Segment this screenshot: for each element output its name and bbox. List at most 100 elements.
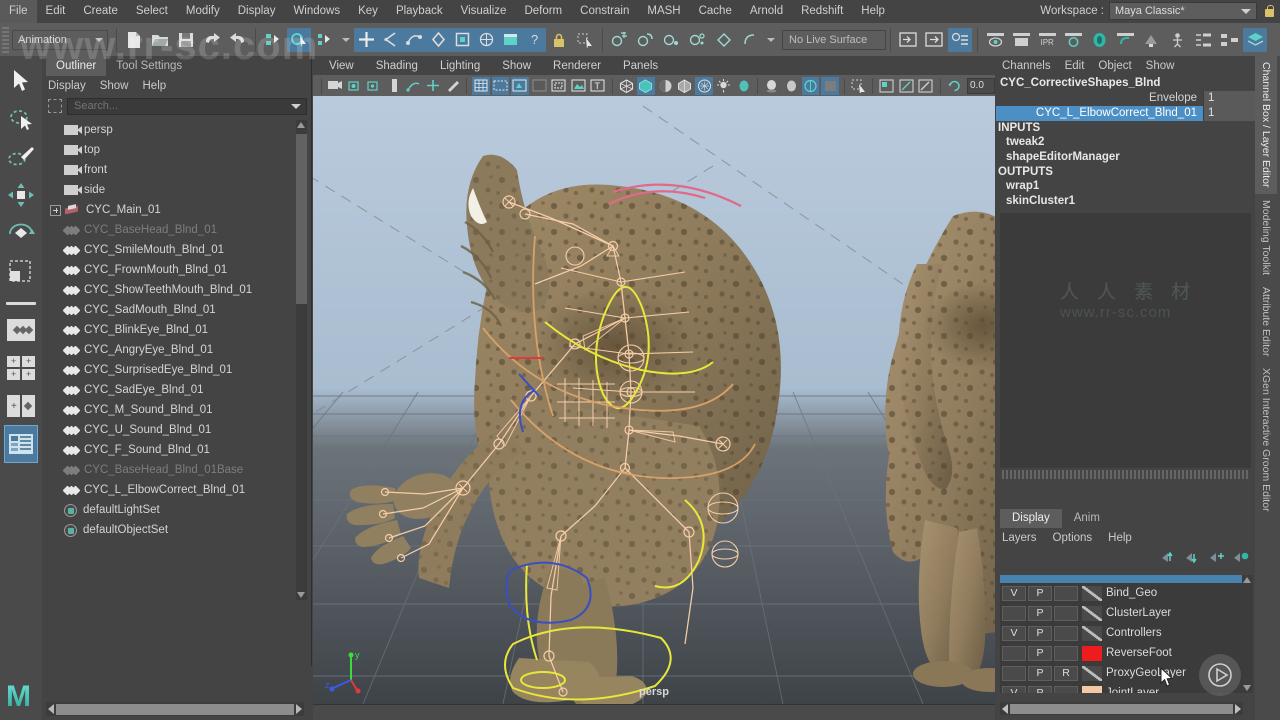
outliner-vertical-scrollbar[interactable] bbox=[296, 120, 307, 600]
channel-menu-edit[interactable]: Edit bbox=[1065, 60, 1085, 72]
scroll-left-arrow-icon[interactable] bbox=[48, 704, 54, 714]
layer-toggle-v[interactable]: V bbox=[1002, 625, 1026, 641]
layer-toggle-p[interactable]: P bbox=[1028, 685, 1052, 693]
layer-toggle-r[interactable] bbox=[1054, 645, 1078, 661]
snap-magnet-plane-icon[interactable] bbox=[712, 28, 736, 52]
move-layer-up-icon[interactable] bbox=[1162, 551, 1177, 564]
layer-row[interactable]: V P Bind_Geo bbox=[1000, 583, 1243, 603]
outliner-tree[interactable]: persp top front side CYC_Main_01 CYC_BaseHead… bbox=[48, 120, 298, 600]
snap-curve-icon[interactable] bbox=[378, 28, 402, 52]
viewport-menu-shading[interactable]: Shading bbox=[376, 60, 418, 72]
outliner-item-cyc_main_01[interactable]: CYC_Main_01 bbox=[48, 200, 298, 220]
twopoint-icon[interactable] bbox=[405, 77, 422, 95]
menuset-mode-select[interactable]: Animation bbox=[12, 29, 108, 50]
menu-deform[interactable]: Deform bbox=[515, 0, 571, 23]
toolbar-drag-handle[interactable] bbox=[2, 26, 9, 53]
xray-mode-icon[interactable] bbox=[695, 76, 713, 95]
viewport-menu-show[interactable]: Show bbox=[502, 60, 531, 72]
move-tool-icon[interactable] bbox=[4, 176, 38, 214]
scroll-down-arrow-icon[interactable] bbox=[297, 592, 305, 598]
wireframe-on-shaded-icon[interactable] bbox=[676, 77, 693, 95]
chevron-down-icon[interactable] bbox=[291, 103, 301, 109]
render-settings-window-icon[interactable] bbox=[1061, 28, 1085, 52]
channel-value-envelope[interactable]: 1 bbox=[1203, 91, 1255, 106]
outliner-item-defaultlightset[interactable]: defaultLightSet bbox=[48, 500, 298, 520]
camera-attributes-icon[interactable] bbox=[346, 77, 363, 95]
new-layer-icon[interactable] bbox=[1210, 551, 1225, 564]
outliner-item-cyc_smilemouth_blnd_01[interactable]: CYC_SmileMouth_Blnd_01 bbox=[48, 240, 298, 260]
grid-toggle-icon[interactable] bbox=[424, 77, 441, 95]
shade-and-texture-icon[interactable] bbox=[657, 77, 674, 95]
channel-menu-object[interactable]: Object bbox=[1098, 60, 1131, 72]
outliner-menu-display[interactable]: Display bbox=[48, 80, 86, 92]
scroll-right-arrow-icon[interactable] bbox=[1235, 703, 1241, 714]
layer-color-swatch[interactable] bbox=[1082, 585, 1102, 601]
scroll-down-arrow-icon[interactable] bbox=[1243, 685, 1251, 691]
camera-select-icon[interactable] bbox=[327, 77, 344, 95]
snap-magnet-point-icon[interactable] bbox=[660, 28, 684, 52]
lock-icon[interactable] bbox=[1262, 3, 1276, 19]
layer-toggle-p[interactable]: P bbox=[1028, 665, 1052, 681]
menu-select[interactable]: Select bbox=[127, 0, 177, 23]
layer-toggle-v[interactable]: V bbox=[1002, 685, 1026, 693]
workspace-select[interactable]: Maya Classic* bbox=[1109, 2, 1257, 20]
layer-list-horizontal-scrollbar[interactable] bbox=[1000, 702, 1243, 715]
layer-color-swatch[interactable] bbox=[1082, 625, 1102, 641]
layer-toggle-p[interactable]: P bbox=[1028, 625, 1052, 641]
chevron-down-icon[interactable] bbox=[767, 37, 775, 42]
wireframe-grid-icon[interactable] bbox=[472, 76, 490, 95]
filter-icon[interactable] bbox=[48, 99, 62, 113]
motion-blur-icon[interactable] bbox=[801, 76, 820, 95]
layer-color-swatch[interactable] bbox=[1082, 605, 1102, 621]
layer-stack-icon[interactable] bbox=[1243, 27, 1267, 52]
move-layer-down-icon[interactable] bbox=[1186, 551, 1201, 564]
lasso-select-tool-icon[interactable] bbox=[4, 100, 38, 138]
channel-input-tweak2[interactable]: tweak2 bbox=[996, 135, 1255, 150]
gate-mask-icon[interactable] bbox=[531, 77, 548, 95]
outliner-item-cyc_u_sound_blnd_01[interactable]: CYC_U_Sound_Blnd_01 bbox=[48, 420, 298, 440]
shadows-icon[interactable] bbox=[763, 77, 780, 95]
rotate-tool-icon[interactable] bbox=[4, 214, 38, 252]
select-object-icon[interactable] bbox=[287, 27, 311, 52]
channel-value-elbowcorrect[interactable]: 1 bbox=[1203, 106, 1255, 121]
viewport-menu-panels[interactable]: Panels bbox=[623, 60, 658, 72]
layer-menu-help[interactable]: Help bbox=[1108, 532, 1132, 544]
snap-to-mesh-icon[interactable] bbox=[474, 28, 498, 52]
single-perspective-layout-icon[interactable] bbox=[4, 311, 38, 349]
menu-mash[interactable]: MASH bbox=[638, 0, 689, 23]
resolution-gate-icon[interactable] bbox=[491, 76, 510, 95]
expand-toggle-icon[interactable] bbox=[50, 204, 61, 216]
outliner-search-box[interactable] bbox=[67, 97, 307, 115]
scale-tool-icon[interactable] bbox=[4, 252, 38, 290]
outliner-menu-help[interactable]: Help bbox=[143, 80, 167, 92]
menu-redshift[interactable]: Redshift bbox=[792, 0, 852, 23]
render-current-frame-icon[interactable] bbox=[983, 28, 1007, 52]
outliner-item-cyc_sadmouth_blnd_01[interactable]: CYC_SadMouth_Blnd_01 bbox=[48, 300, 298, 320]
menu-windows[interactable]: Windows bbox=[284, 0, 349, 23]
antialiasing-icon[interactable] bbox=[821, 76, 839, 95]
snap-grid-icon[interactable] bbox=[354, 28, 378, 52]
menu-display[interactable]: Display bbox=[229, 0, 285, 23]
snap-magnet-rotate-icon[interactable] bbox=[738, 28, 762, 52]
four-view-layout-icon[interactable]: + + + + bbox=[4, 349, 38, 387]
menu-create[interactable]: Create bbox=[74, 0, 127, 23]
channel-output-skincluster1[interactable]: skinCluster1 bbox=[996, 194, 1255, 209]
layer-toggle-p[interactable]: P bbox=[1028, 605, 1052, 621]
menu-modify[interactable]: Modify bbox=[177, 0, 229, 23]
outliner-item-cyc_basehead_blnd_01base[interactable]: CYC_BaseHead_Blnd_01Base bbox=[48, 460, 298, 480]
film-gate-icon[interactable] bbox=[511, 76, 529, 95]
viewport-3d-canvas[interactable]: y z M 人人素材 persp bbox=[313, 96, 995, 704]
selection-mask-icon[interactable] bbox=[573, 28, 597, 52]
menu-playback[interactable]: Playback bbox=[387, 0, 452, 23]
scrollbar-thumb[interactable] bbox=[56, 703, 294, 715]
layer-color-swatch[interactable] bbox=[1082, 685, 1102, 693]
select-component-icon[interactable] bbox=[313, 28, 337, 52]
paint-select-tool-icon[interactable] bbox=[4, 138, 38, 176]
live-surface-field[interactable]: No Live Surface bbox=[782, 29, 886, 50]
text-overlay-icon[interactable]: T bbox=[589, 77, 606, 95]
viewport-menu-lighting[interactable]: Lighting bbox=[440, 60, 480, 72]
exposure-value-field[interactable]: 0.0 bbox=[966, 77, 995, 94]
redo-icon[interactable] bbox=[226, 28, 250, 52]
layer-row[interactable]: P ClusterLayer bbox=[1000, 603, 1243, 623]
outliner-item-cyc_m_sound_blnd_01[interactable]: CYC_M_Sound_Blnd_01 bbox=[48, 400, 298, 420]
